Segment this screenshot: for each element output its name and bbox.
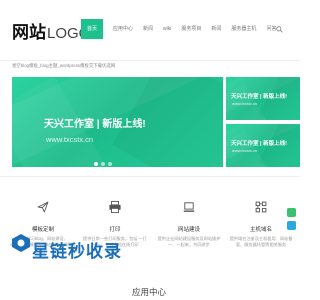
side-banner-image[interactable]: 天兴工作室 | 新版上线! www.txcstx.cn (226, 77, 300, 120)
slider-dot[interactable] (94, 162, 98, 166)
side-banner-1[interactable]: 天兴工作室 | 新版上线! www.txcstx.cn (226, 77, 300, 120)
nav-item-app-center[interactable]: 应用中心 (113, 19, 133, 39)
search-icon[interactable] (276, 26, 283, 33)
feature-description: 提供企业网站建设服务及网站维护 一、一起来，共同进步 (157, 236, 221, 247)
main-nav: 首页 应用中心 新闻 wiki 服务项目 新闻 服务器主机 问答 (81, 19, 286, 39)
hero-banner-title: 天兴工作室 | 新版上线! (44, 119, 146, 130)
nav-item-wiki[interactable]: wiki (163, 19, 171, 39)
paper-plane-icon (37, 201, 49, 213)
side-banner-title: 天兴工作室 | 新版上线! (231, 141, 287, 147)
float-qq-button[interactable] (287, 221, 296, 230)
nav-item-qa[interactable]: 问答 (266, 19, 276, 39)
feature-title: 主机域名 (249, 227, 272, 233)
float-wechat-button[interactable] (287, 208, 296, 217)
section-title: 应用中心 (132, 287, 167, 297)
side-banner-url: www.txcstx.cn (232, 148, 258, 153)
hero-slider[interactable]: 天兴工作室 | 新版上线! www.txcstx.cn (12, 77, 223, 167)
side-banner-url: www.txcstx.cn (232, 101, 258, 106)
feature-title: 网站建设 (177, 227, 200, 233)
feature-description: 提供域名注册及主机租用、网站备案、服务器托管等相关服务 (229, 236, 293, 247)
watermark-logo-icon (12, 234, 30, 252)
section-divider (0, 176, 300, 177)
site-tagline: 星空blog模板_blog主题_wordpress模板交下载优选网 (12, 63, 116, 68)
laptop-icon (183, 202, 195, 212)
side-banner-title: 天兴工作室 | 新版上线! (231, 94, 287, 100)
feature-title: 打印 (109, 227, 121, 233)
server-icon (255, 201, 267, 213)
slider-dot[interactable] (101, 162, 105, 166)
feature-hosting[interactable]: 主机域名 提供域名注册及主机租用、网站备案、服务器托管等相关服务 (228, 200, 294, 248)
nav-item-services[interactable]: 服务项目 (181, 19, 201, 39)
side-banner-image[interactable]: 天兴工作室 | 新版上线! www.txcstx.cn (226, 124, 300, 167)
hero-banner[interactable]: 天兴工作室 | 新版上线! www.txcstx.cn (12, 77, 223, 167)
nav-item-home[interactable]: 首页 (81, 19, 104, 39)
site-logo[interactable]: 网站 LOGO (12, 18, 90, 42)
header-divider (0, 60, 300, 61)
side-banner-2[interactable]: 天兴工作室 | 新版上线! www.txcstx.cn (226, 124, 300, 167)
logo-chinese-text: 网站 (12, 23, 46, 42)
watermark-text: 星链秒收录 (32, 242, 122, 262)
hero-banner-url: www.txcstx.cn (46, 135, 94, 144)
slider-pagination (94, 162, 115, 166)
nav-item-hosting[interactable]: 服务器主机 (231, 19, 256, 39)
slider-dot[interactable] (108, 162, 112, 166)
nav-item-news[interactable]: 新闻 (143, 19, 153, 39)
printer-icon (109, 200, 121, 214)
feature-web-build[interactable]: 网站建设 提供企业网站建设服务及网站维护 一、一起来，共同进步 (156, 200, 222, 248)
nav-item-news-2[interactable]: 新闻 (211, 19, 221, 39)
site-header: 网站 LOGO 首页 应用中心 新闻 wiki 服务项目 新闻 服务器主机 问答 (0, 0, 300, 60)
